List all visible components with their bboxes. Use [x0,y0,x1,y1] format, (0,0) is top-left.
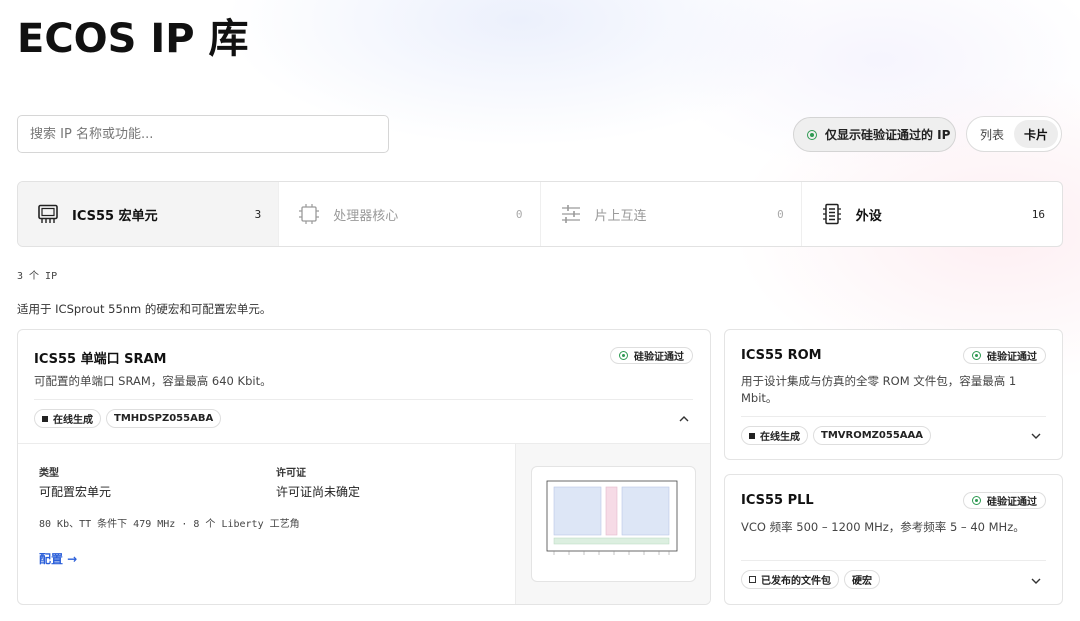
chevron-up-icon[interactable] [678,413,690,425]
verified-badge-label: 硅验证通过 [634,352,684,363]
verified-badge: 硅验证通过 [963,492,1046,509]
macro-floorplan-icon [546,480,678,555]
tag-label: TMHDSPZ055ABA [114,413,214,424]
chevron-down-icon[interactable] [1030,430,1042,442]
page-title: ECOS IP 库 [17,16,249,62]
card-tags: 在线生成 TMVROMZ055AAA [741,426,932,445]
divider [741,416,1046,417]
verified-badge: 硅验证通过 [610,347,693,364]
ip-card-rom: ICS55 ROM 硅验证通过 用于设计集成与仿真的全零 ROM 文件包，容量最… [724,329,1063,460]
category-tab-macro[interactable]: ICS55 宏单元 3 [18,182,280,246]
verified-check-icon [972,351,981,360]
tag-part-number: TMHDSPZ055ABA [106,409,222,428]
category-count: 3 [254,207,262,221]
card-detail-panel: 类型 可配置宏单元 许可证 许可证尚未确定 80 Kb、TT 条件下 479 M… [18,443,710,604]
verified-badge-label: 硅验证通过 [987,497,1037,508]
type-label: 类型 [39,468,59,479]
category-label: ICS55 宏单元 [72,208,158,224]
category-count: 0 [515,207,523,221]
tag-released-package: 已发布的文件包 [741,570,839,589]
card-tags: 在线生成 TMHDSPZ055ABA [34,409,222,428]
category-tab-interconnect[interactable]: 片上互连 0 [541,182,802,246]
verified-badge-label: 硅验证通过 [987,352,1037,363]
category-label: 外设 [855,208,882,224]
tag-label: TMVROMZ055AAA [821,430,924,441]
card-description: 用于设计集成与仿真的全零 ROM 文件包，容量最高 1 Mbit。 [741,374,1017,405]
hollow-square-icon [749,576,756,583]
divider [34,399,693,400]
chevron-down-icon[interactable] [1030,575,1042,587]
verified-check-icon [619,351,628,360]
tag-hard-macro: 硬宏 [844,570,880,589]
ip-card-sram: ICS55 单端口 SRAM 硅验证通过 可配置的单端口 SRAM，容量最高 6… [17,329,711,605]
category-tabs: ICS55 宏单元 3 处理器核心 0 片上互连 0 外设 16 [17,181,1063,247]
category-label: 片上互连 [594,208,647,224]
category-count: 0 [777,207,784,221]
chip-icon [38,204,58,223]
ip-card-pll: ICS55 PLL 硅验证通过 VCO 频率 500 – 1200 MHz，参考… [724,474,1063,605]
tag-label: 已发布的文件包 [761,576,831,587]
view-card-button[interactable]: 卡片 [1014,120,1058,148]
verified-badge: 硅验证通过 [963,347,1046,364]
license-label: 许可证 [276,468,306,479]
view-list-button[interactable]: 列表 [970,120,1014,148]
tag-label: 在线生成 [760,432,800,443]
card-title: ICS55 ROM [741,348,822,363]
spec-summary: 80 Kb、TT 条件下 479 MHz · 8 个 Liberty 工艺角 [39,519,300,530]
detail-info: 类型 可配置宏单元 许可证 许可证尚未确定 80 Kb、TT 条件下 479 M… [18,444,515,604]
card-description: VCO 频率 500 – 1200 MHz，参考频率 5 – 40 MHz。 [741,520,1025,534]
view-mode-switch: 列表 卡片 [966,116,1062,152]
card-title: ICS55 单端口 SRAM [34,352,167,367]
tag-online-generation: 在线生成 [34,409,101,428]
verified-only-label: 仅显示硅验证通过的 IP [825,128,951,142]
detail-preview [515,444,710,604]
category-tab-peripheral[interactable]: 外设 16 [802,182,1062,246]
verified-check-icon [972,496,981,505]
category-count: 16 [1031,207,1045,221]
divider [741,560,1046,561]
result-count: 3 个 IP [17,271,58,282]
configure-link[interactable]: 配置 → [39,550,77,567]
category-description: 适用于 ICSprout 55nm 的硬宏和可配置宏单元。 [17,302,272,316]
category-label: 处理器核心 [333,208,399,224]
card-description: 可配置的单端口 SRAM，容量最高 640 Kbit。 [34,374,272,388]
cpu-icon [299,204,320,224]
verified-check-icon [807,129,817,140]
card-tags: 已发布的文件包 硬宏 [741,570,880,589]
ip-library-page: ECOS IP 库 仅显示硅验证通过的 IP 列表 卡片 ICS55 宏单元 3 [0,0,1080,621]
category-tab-cpu[interactable]: 处理器核心 0 [279,182,541,246]
peripheral-icon [822,203,841,225]
tag-label: 硬宏 [852,576,872,587]
sliders-icon [561,205,580,223]
tag-online-generation: 在线生成 [741,426,808,445]
tag-part-number: TMVROMZ055AAA [813,426,932,445]
tag-label: 在线生成 [53,415,93,426]
type-value: 可配置宏单元 [39,485,112,499]
card-title: ICS55 PLL [741,493,814,508]
verified-only-filter-button[interactable]: 仅显示硅验证通过的 IP [793,117,956,152]
filled-square-icon [42,415,48,422]
search-input[interactable] [17,115,389,153]
license-value: 许可证尚未确定 [276,485,361,499]
sram-layout-diagram [531,466,696,582]
filled-square-icon [749,432,755,439]
